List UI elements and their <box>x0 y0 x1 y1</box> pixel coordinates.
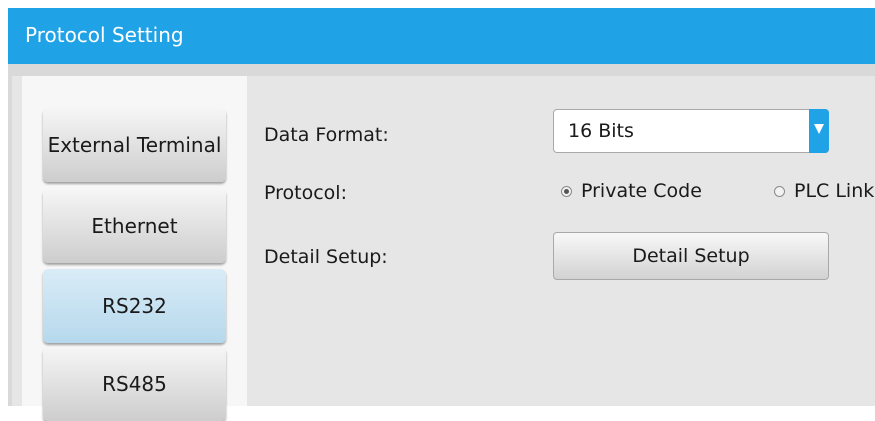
sidebar-item-label: RS485 <box>102 372 167 396</box>
radio-plc-link-label: PLC Link <box>794 180 875 202</box>
data-format-select[interactable]: 16 Bits <box>553 109 829 153</box>
sidebar-item-external-terminal[interactable]: External Terminal <box>43 108 226 182</box>
detail-setup-label: Detail Setup: <box>264 246 388 268</box>
sidebar-item-label: RS232 <box>102 294 167 318</box>
protocol-label: Protocol: <box>264 182 347 204</box>
data-format-label: Data Format: <box>264 124 389 146</box>
sidebar-item-ethernet[interactable]: Ethernet <box>43 189 226 263</box>
radio-private-code-label: Private Code <box>581 180 702 202</box>
window-title: Protocol Setting <box>25 23 184 47</box>
detail-setup-button-label: Detail Setup <box>632 245 750 267</box>
sidebar-panel: External Terminal Ethernet RS232 RS485 <box>22 76 247 421</box>
title-bar: Protocol Setting <box>8 8 875 64</box>
detail-setup-button[interactable]: Detail Setup <box>553 232 829 280</box>
window-body: External Terminal Ethernet RS232 RS485 D… <box>12 76 875 421</box>
radio-checked-icon[interactable] <box>561 185 572 197</box>
data-format-value: 16 Bits <box>568 120 634 142</box>
sidebar-item-rs485[interactable]: RS485 <box>43 347 226 421</box>
protocol-setting-window: Protocol Setting External Terminal Ether… <box>8 8 875 421</box>
sidebar-item-label: External Terminal <box>47 133 222 157</box>
radio-plc-link[interactable]: PLC Link <box>774 180 874 202</box>
sidebar-item-rs232[interactable]: RS232 <box>43 269 226 343</box>
radio-unchecked-icon[interactable] <box>774 185 785 197</box>
radio-private-code[interactable]: Private Code <box>561 180 702 202</box>
chevron-down-icon[interactable] <box>809 109 829 153</box>
sidebar-item-label: Ethernet <box>91 214 178 238</box>
